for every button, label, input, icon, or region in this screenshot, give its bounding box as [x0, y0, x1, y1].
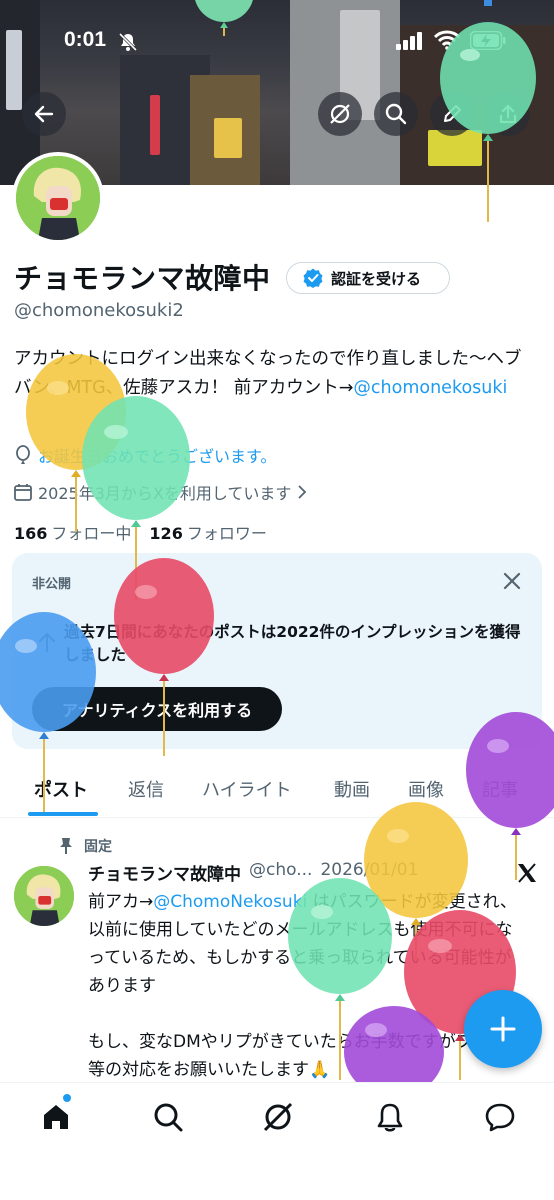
post-author-handle[interactable]: @cho... [249, 860, 312, 885]
profile-tabs: ポスト 返信 ハイライト 動画 画像 記事 [0, 760, 554, 818]
cellular-signal-icon [396, 32, 422, 50]
post-avatar[interactable] [12, 864, 76, 928]
banner-sign [214, 118, 242, 158]
plus-icon [490, 1016, 516, 1042]
compose-button[interactable] [464, 990, 542, 1068]
profile-bio: アカウントにログイン出来なくなったので作り直しました〜ヘブバン、MTG、佐藤アス… [14, 345, 534, 403]
edit-icon [444, 105, 461, 122]
pin-icon [60, 838, 72, 854]
home-icon[interactable] [40, 1101, 72, 1133]
verified-badge-icon [303, 268, 323, 288]
tab-articles[interactable]: 記事 [482, 776, 518, 802]
tab-videos[interactable]: 動画 [334, 776, 370, 802]
post-header: チョモランマ故障中 @cho... 2026/01/01 [88, 860, 418, 885]
arrow-up-icon [39, 632, 55, 652]
birthday-line[interactable]: お誕生日おめでとうございます。 [14, 443, 276, 467]
followers-label: フォロワー [186, 524, 267, 543]
home-notification-dot [63, 1094, 71, 1102]
bio-mention-link[interactable]: @chomonekosuki [353, 378, 507, 398]
tab-posts[interactable]: ポスト [34, 776, 88, 802]
following-link[interactable]: 166 フォロー中 [14, 520, 131, 544]
grok-icon [330, 104, 350, 124]
x-logo-icon [518, 863, 536, 883]
grok-button[interactable] [318, 92, 362, 136]
search-icon [385, 103, 407, 125]
banner-sign [150, 95, 160, 155]
following-label: フォロー中 [51, 524, 132, 543]
bell-off-icon [118, 32, 138, 52]
avatar-image [14, 866, 74, 926]
profile-avatar[interactable] [12, 152, 104, 244]
status-bar: 0:01 [0, 22, 554, 62]
avatar-image [16, 156, 100, 240]
impressions-message: 過去7日間にあなたのポストは2022件のインプレッションを獲得しました [64, 623, 521, 664]
edit-button[interactable] [430, 92, 474, 136]
joined-date-text: 2025年3月からXを利用しています [38, 484, 292, 503]
battery-charging-icon [470, 31, 506, 50]
status-time: 0:01 [64, 28, 107, 51]
card-private-label: 非公開 [32, 577, 72, 592]
share-icon [499, 104, 517, 124]
active-tab-indicator [28, 812, 98, 816]
pinned-label: 固定 [84, 839, 112, 855]
grok-icon[interactable] [262, 1101, 294, 1133]
post-text-prefix: 前アカ→ [88, 892, 154, 912]
chevron-right-icon [298, 485, 307, 499]
bottom-navigation [0, 1082, 554, 1200]
profile-display-name: チョモランマ故障中 [14, 262, 271, 295]
followers-count: 126 [149, 524, 183, 543]
search-button[interactable] [374, 92, 418, 136]
post-date[interactable]: 2026/01/01 [320, 860, 418, 885]
tab-highlights[interactable]: ハイライト [202, 776, 292, 802]
location-icon [16, 445, 30, 464]
back-arrow-icon [34, 105, 54, 123]
wifi-icon [434, 30, 460, 50]
calendar-icon [14, 484, 32, 501]
get-verified-label: 認証を受ける [331, 269, 422, 288]
post-text[interactable]: 前アカ→@ChomoNekosuki はパスワードが変更され、以前に使用していた… [88, 888, 528, 1112]
message-icon[interactable] [484, 1101, 516, 1133]
joined-date-line[interactable]: 2025年3月からXを利用しています [14, 480, 307, 504]
followers-link[interactable]: 126 フォロワー [149, 520, 266, 544]
post-paragraph: 前アカ→@ChomoNekosuki はパスワードが変更され、以前に使用していた… [88, 888, 528, 1000]
profile-handle: @chomonekosuki2 [14, 300, 184, 321]
analytics-card: 非公開 過去7日間にあなたのポストは2022件のインプレッションを獲得しました … [12, 553, 542, 749]
following-count: 166 [14, 524, 48, 543]
tab-replies[interactable]: 返信 [128, 776, 164, 802]
close-icon[interactable] [500, 569, 524, 593]
birthday-text: お誕生日おめでとうございます。 [38, 447, 277, 466]
pinned-indicator: 固定 [58, 836, 112, 856]
back-button[interactable] [22, 92, 66, 136]
post-author-name[interactable]: チョモランマ故障中 [88, 860, 241, 885]
search-icon[interactable] [152, 1101, 184, 1133]
follow-stats: 166 フォロー中 126 フォロワー [14, 520, 267, 544]
use-analytics-button[interactable]: アナリティクスを利用する [32, 687, 282, 731]
bell-icon[interactable] [374, 1101, 406, 1133]
tab-images[interactable]: 画像 [408, 776, 444, 802]
post-paragraph: もし、変なDMやリプがきていたらお手数ですがブロック等の対応をお願いいたします🙏 [88, 1032, 524, 1080]
share-button[interactable] [486, 92, 530, 136]
get-verified-button[interactable]: 認証を受ける [286, 262, 450, 294]
post-mention-link[interactable]: @ChomoNekosuki [153, 892, 307, 912]
